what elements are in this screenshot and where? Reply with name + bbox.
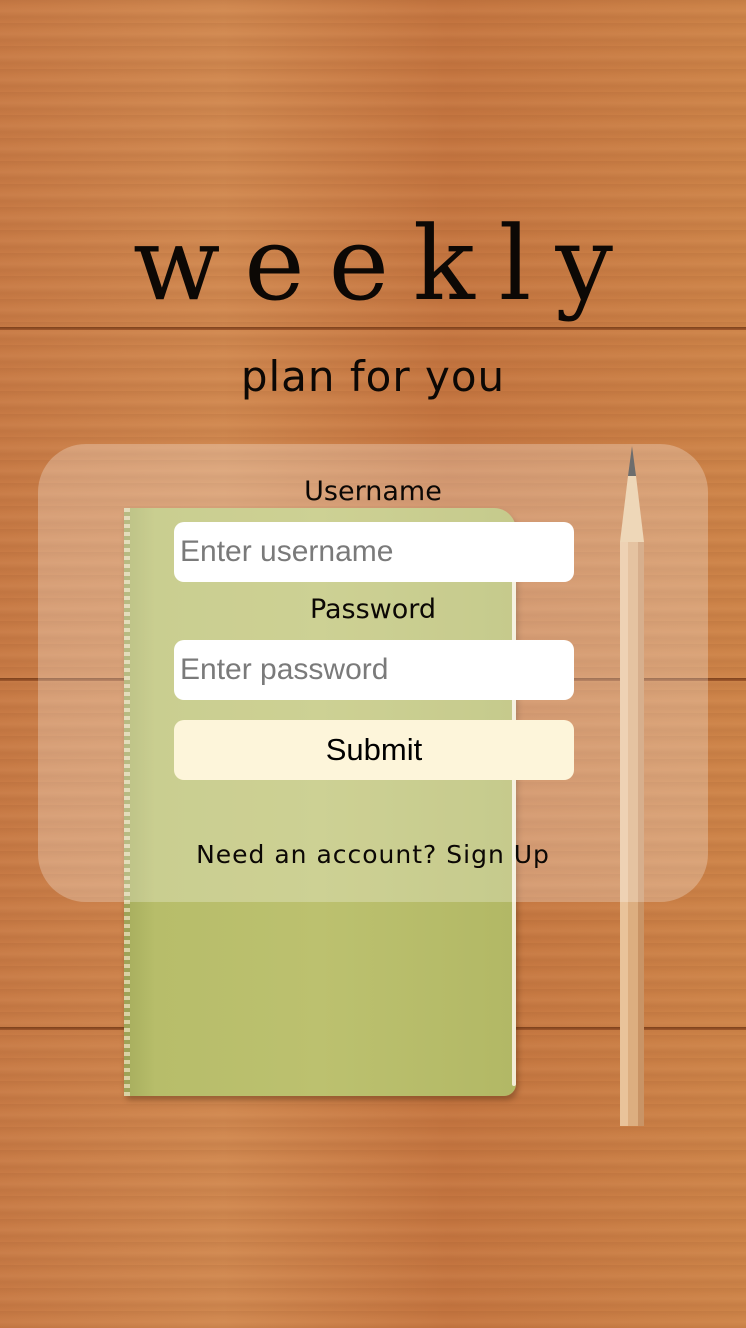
- signup-link[interactable]: Sign Up: [446, 840, 550, 869]
- password-label: Password: [309, 594, 437, 625]
- submit-button[interactable]: Submit: [174, 720, 574, 780]
- signup-prompt: Need an account? Sign Up: [0, 840, 746, 869]
- password-input[interactable]: [174, 640, 574, 700]
- username-label: Username: [304, 476, 442, 507]
- signup-prompt-text: Need an account?: [196, 840, 438, 869]
- app-subtitle: plan for you: [240, 352, 506, 401]
- app-title: weekly: [132, 205, 638, 324]
- plank-seam: [0, 327, 746, 330]
- username-input[interactable]: [174, 522, 574, 582]
